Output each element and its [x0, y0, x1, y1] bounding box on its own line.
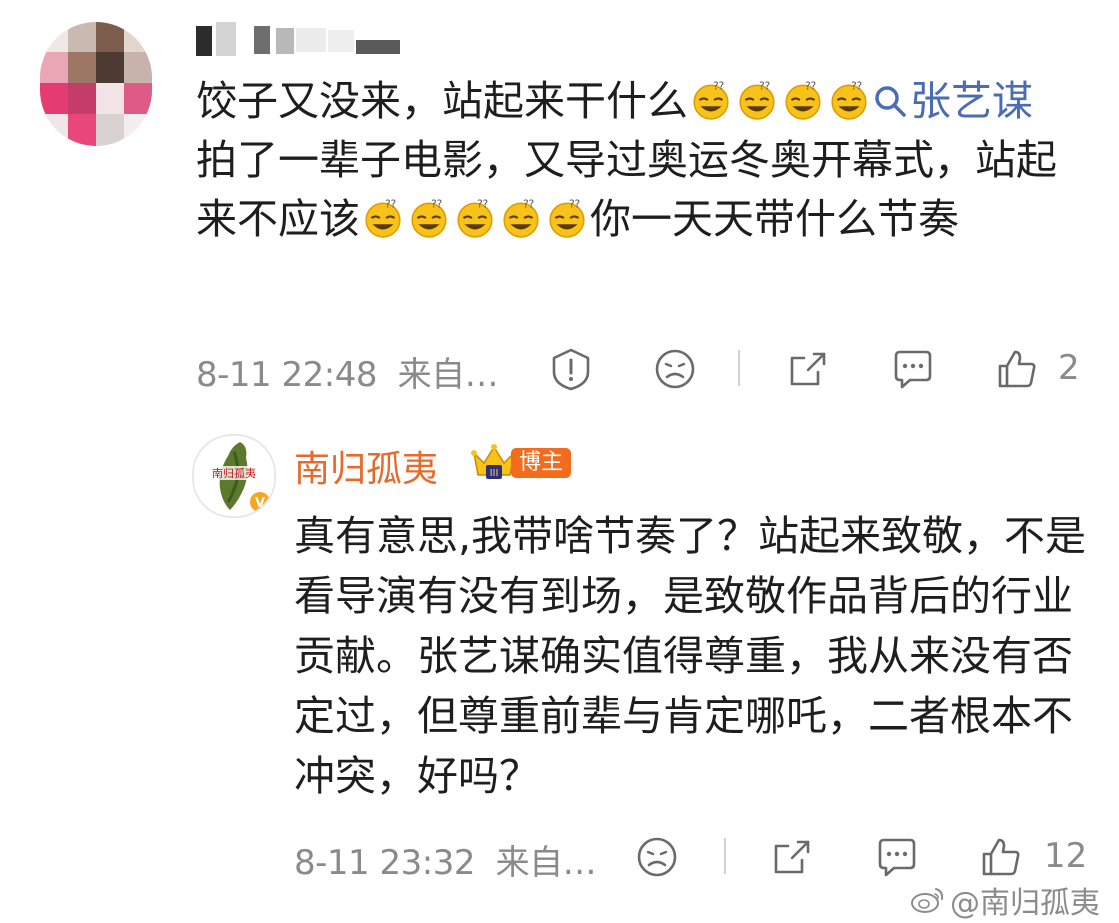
dislike-face-icon[interactable] [652, 346, 698, 392]
svg-text:??: ?? [523, 199, 534, 211]
doge-laugh-emoji-icon: ?? [365, 199, 401, 238]
commenter-name-blurred[interactable] [196, 18, 406, 60]
comment-time: 8-11 22:48 来自… [196, 354, 499, 395]
blogger-badge: 博主 [511, 448, 572, 478]
doge-laugh-emoji-icon: ?? [693, 81, 729, 120]
doge-laugh-emoji-icon: ?? [831, 81, 867, 120]
commenter-avatar[interactable] [40, 22, 152, 146]
svg-text:??: ?? [431, 199, 442, 211]
doge-laugh-emoji-icon: ?? [549, 199, 585, 238]
svg-text:V: V [255, 496, 265, 511]
search-mention-icon [875, 86, 906, 117]
like-thumb-icon[interactable] [994, 346, 1040, 392]
comment-icon[interactable] [874, 834, 920, 880]
emoji-group: ?? ?? ?? ?? [690, 79, 870, 121]
divider [724, 838, 726, 874]
reply-author-name[interactable]: 南归孤夷 [294, 440, 438, 492]
emoji-group: ?? ?? ?? ?? ?? [362, 197, 588, 239]
mention-text: 张艺谋 [910, 77, 1033, 125]
svg-text:??: ?? [759, 81, 770, 93]
svg-text:III: III [490, 468, 499, 479]
like-count: 2 [1058, 348, 1080, 388]
doge-laugh-emoji-icon: ?? [411, 199, 447, 238]
reply-meta-row: 8-11 23:32 来自… 12 [294, 834, 1094, 884]
svg-text:??: ?? [569, 199, 580, 211]
doge-laugh-emoji-icon: ?? [785, 81, 821, 120]
weibo-comment-thread: 饺子又没来，站起来干什么 ?? ?? ?? ?? 张艺谋 拍了一辈子电影，又导过… [0, 0, 1119, 923]
svg-text:??: ?? [851, 81, 862, 93]
divider [738, 350, 740, 386]
comment-icon[interactable] [890, 346, 936, 392]
comment-text-part1: 饺子又没来，站起来干什么 [196, 77, 688, 125]
share-icon[interactable] [784, 346, 830, 392]
comment-body: 饺子又没来，站起来干什么 ?? ?? ?? ?? 张艺谋 拍了一辈子电影，又导过… [196, 72, 1066, 249]
comment-text-part3: 你一天天带什么节奏 [590, 195, 959, 243]
comment-meta-row: 8-11 22:48 来自… 2 [196, 346, 1096, 396]
svg-text:??: ?? [805, 81, 816, 93]
share-icon[interactable] [768, 834, 814, 880]
weibo-watermark: @南归孤夷 [910, 878, 1100, 922]
reply-body: 真有意思,我带啥节奏了？站起来致敬，不是看导演有没有到场，是致敬作品背后的行业贡… [294, 512, 1087, 800]
like-count: 12 [1044, 836, 1088, 876]
svg-text:??: ?? [385, 199, 396, 211]
watermark-text: @南归孤夷 [950, 886, 1100, 921]
like-thumb-icon[interactable] [978, 834, 1024, 880]
svg-text:??: ?? [477, 199, 488, 211]
svg-text:南归孤夷: 南归孤夷 [212, 466, 256, 480]
pixelated-avatar-icon [40, 22, 152, 146]
weibo-logo-icon [911, 888, 944, 913]
doge-laugh-emoji-icon: ?? [739, 81, 775, 120]
taiwan-map-avatar-icon: 南归孤夷 V [194, 436, 274, 516]
dislike-face-icon[interactable] [634, 834, 680, 880]
reply-author-avatar[interactable]: 南归孤夷 V [192, 434, 276, 518]
reply-time: 8-11 23:32 来自… [294, 842, 597, 883]
reply-source: 来自… [495, 842, 597, 883]
svg-text:??: ?? [713, 81, 724, 93]
comment-source: 来自… [397, 354, 499, 395]
mention-link[interactable]: 张艺谋 [872, 77, 1033, 125]
report-icon[interactable] [548, 346, 594, 392]
doge-laugh-emoji-icon: ?? [457, 199, 493, 238]
doge-laugh-emoji-icon: ?? [503, 199, 539, 238]
